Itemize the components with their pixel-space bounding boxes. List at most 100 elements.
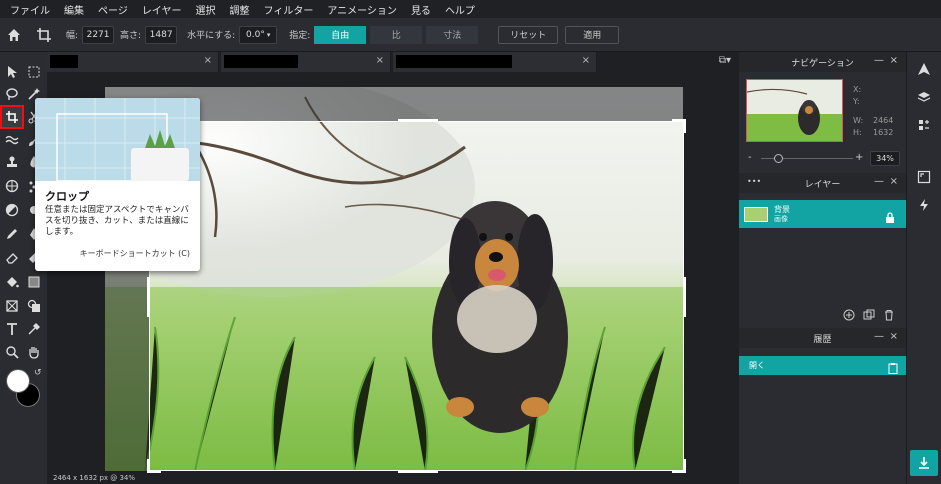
zoom-in-button[interactable]: +	[855, 152, 863, 163]
document-tab[interactable]: ×	[221, 52, 391, 72]
layers-panel-header: ••• レイヤー — ×	[739, 173, 906, 193]
zoom-out-button[interactable]: -	[748, 152, 752, 163]
liquify-tool-icon[interactable]	[2, 130, 22, 150]
minimize-icon[interactable]: —	[874, 331, 884, 342]
lightning-icon[interactable]	[915, 196, 933, 214]
zoom-tool-icon[interactable]	[2, 342, 22, 362]
right-sidebar	[906, 52, 941, 484]
menu-select[interactable]: 選択	[196, 2, 216, 17]
nav-h-value: 1632	[873, 128, 894, 137]
navigation-thumbnail[interactable]	[746, 79, 843, 142]
menu-animation[interactable]: アニメーション	[327, 2, 397, 17]
close-icon[interactable]: ×	[890, 331, 898, 342]
document-tab[interactable]: ×	[47, 52, 219, 72]
crop-corner-br-v[interactable]	[683, 459, 686, 473]
straighten-select[interactable]: 0.0° ▾	[239, 25, 278, 44]
document-tabs: × × × ⧉▾	[47, 52, 739, 72]
close-icon[interactable]: ×	[376, 55, 384, 66]
apply-button[interactable]: 適用	[565, 25, 620, 44]
tooltip-shortcut: キーボードショートカット (C)	[79, 249, 190, 258]
move-tool-icon[interactable]	[2, 62, 22, 82]
foreground-color-swatch[interactable]	[6, 369, 30, 393]
reset-button[interactable]: リセット	[498, 25, 559, 44]
shapes-library-icon[interactable]	[24, 296, 44, 316]
navigation-title: ナビゲーション	[791, 58, 854, 69]
nav-w-value: 2464	[873, 116, 894, 125]
fullscreen-icon[interactable]	[915, 168, 933, 186]
menu-filter[interactable]: フィルター	[264, 2, 314, 17]
gradient-tool-icon[interactable]	[24, 272, 44, 292]
crop-corner-bl-v[interactable]	[147, 459, 150, 473]
hand-tool-icon[interactable]	[24, 342, 44, 362]
crop-handle-right[interactable]	[683, 277, 686, 317]
lock-icon[interactable]	[885, 208, 895, 227]
nav-h-label: H:	[853, 128, 862, 137]
text-tool-icon[interactable]	[2, 319, 22, 339]
straighten-value: 0.0°	[246, 29, 265, 40]
layers-more-icon[interactable]: •••	[747, 177, 761, 186]
menu-edit[interactable]: 編集	[64, 2, 84, 17]
mode-ratio-button[interactable]: 比	[370, 25, 423, 44]
menu-page[interactable]: ページ	[98, 2, 128, 17]
lasso-tool-icon[interactable]	[2, 84, 22, 104]
width-input[interactable]: 2271	[82, 25, 115, 44]
nav-x-label: X:	[853, 85, 862, 94]
width-label: 幅:	[66, 31, 79, 41]
zoom-slider-knob[interactable]	[774, 154, 783, 163]
sponge-tool-icon[interactable]	[2, 176, 22, 196]
document-tab[interactable]: ×	[393, 52, 597, 72]
eraser-tool-icon[interactable]	[2, 248, 22, 268]
menu-bar: ファイル 編集 ページ レイヤー 選択 調整 フィルター アニメーション 見る …	[0, 0, 941, 18]
pixlr-logo-icon[interactable]	[915, 60, 933, 78]
straighten-label: 水平にする:	[187, 31, 236, 41]
home-icon[interactable]	[6, 27, 22, 43]
crop-handle-bottom[interactable]	[398, 470, 438, 473]
pencil-tool-icon[interactable]	[2, 224, 22, 244]
history-title: 履歴	[813, 334, 832, 345]
duplicate-layer-icon[interactable]	[860, 306, 878, 324]
history-item-open[interactable]: 開く	[739, 356, 906, 375]
mode-size-button[interactable]: 寸法	[426, 25, 479, 44]
status-bar: 2464 x 1632 px @ 34%	[53, 474, 136, 482]
close-icon[interactable]: ×	[204, 55, 212, 66]
crop-tool-icon[interactable]	[0, 105, 24, 129]
nav-y-label: Y:	[853, 97, 860, 106]
menu-help[interactable]: ヘルプ	[445, 2, 475, 17]
add-layer-icon[interactable]	[840, 306, 858, 324]
crop-corner-tr-v[interactable]	[683, 119, 686, 133]
delete-layer-icon[interactable]	[880, 306, 898, 324]
minimize-icon[interactable]: —	[874, 176, 884, 187]
tab-name	[50, 55, 78, 68]
crop-handle-left[interactable]	[147, 277, 150, 317]
menu-adjust[interactable]: 調整	[230, 2, 250, 17]
tab-name	[224, 55, 298, 68]
tab-name	[396, 55, 512, 68]
eyedropper-tool-icon[interactable]	[24, 319, 44, 339]
fill-tool-icon[interactable]	[2, 272, 22, 292]
download-button[interactable]	[910, 450, 938, 476]
height-input[interactable]: 1487	[145, 25, 178, 44]
crop-handle-top[interactable]	[398, 119, 438, 122]
menu-file[interactable]: ファイル	[10, 2, 50, 17]
height-label: 高さ:	[120, 31, 142, 41]
zoom-value-input[interactable]: 34%	[870, 151, 900, 166]
menu-layer[interactable]: レイヤー	[142, 2, 182, 17]
dodge-tool-icon[interactable]	[2, 200, 22, 220]
close-icon[interactable]: ×	[582, 55, 590, 66]
menu-view[interactable]: 見る	[411, 2, 431, 17]
adjust-icon[interactable]	[915, 116, 933, 134]
zoom-slider[interactable]	[761, 154, 853, 163]
crop-selection-box[interactable]	[147, 119, 686, 473]
minimize-icon[interactable]: —	[874, 55, 884, 66]
shape-tool-icon[interactable]	[2, 296, 22, 316]
swap-colors-icon[interactable]: ↺	[34, 368, 42, 378]
window-arrange-icon[interactable]: ⧉▾	[719, 55, 731, 66]
layers-icon[interactable]	[915, 88, 933, 106]
nav-w-label: W:	[853, 116, 864, 125]
layer-item-background[interactable]: 背景 画像	[739, 200, 906, 228]
close-icon[interactable]: ×	[890, 176, 898, 187]
close-icon[interactable]: ×	[890, 55, 898, 66]
mode-free-button[interactable]: 自由	[314, 25, 367, 44]
stamp-tool-icon[interactable]	[2, 152, 22, 172]
marquee-tool-icon[interactable]	[24, 62, 44, 82]
